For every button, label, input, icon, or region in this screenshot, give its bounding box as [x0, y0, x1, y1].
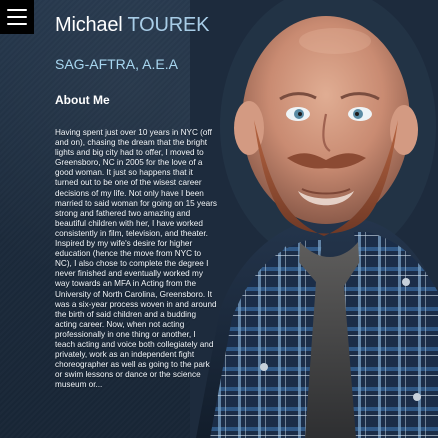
union-credentials: SAG-AFTRA, A.E.A	[55, 56, 178, 72]
about-content: Michael TOUREK SAG-AFTRA, A.E.A About Me…	[55, 11, 233, 390]
about-heading: About Me	[55, 93, 110, 107]
last-name: TOUREK	[127, 14, 210, 36]
actor-name: Michael TOUREK	[55, 13, 233, 37]
hamburger-menu-icon	[7, 9, 27, 25]
first-name: Michael	[55, 14, 123, 36]
about-bio: Having spent just over 10 years in NYC (…	[55, 128, 218, 390]
menu-button[interactable]	[0, 0, 34, 34]
actor-about-page: Michael TOUREK SAG-AFTRA, A.E.A About Me…	[0, 0, 438, 438]
